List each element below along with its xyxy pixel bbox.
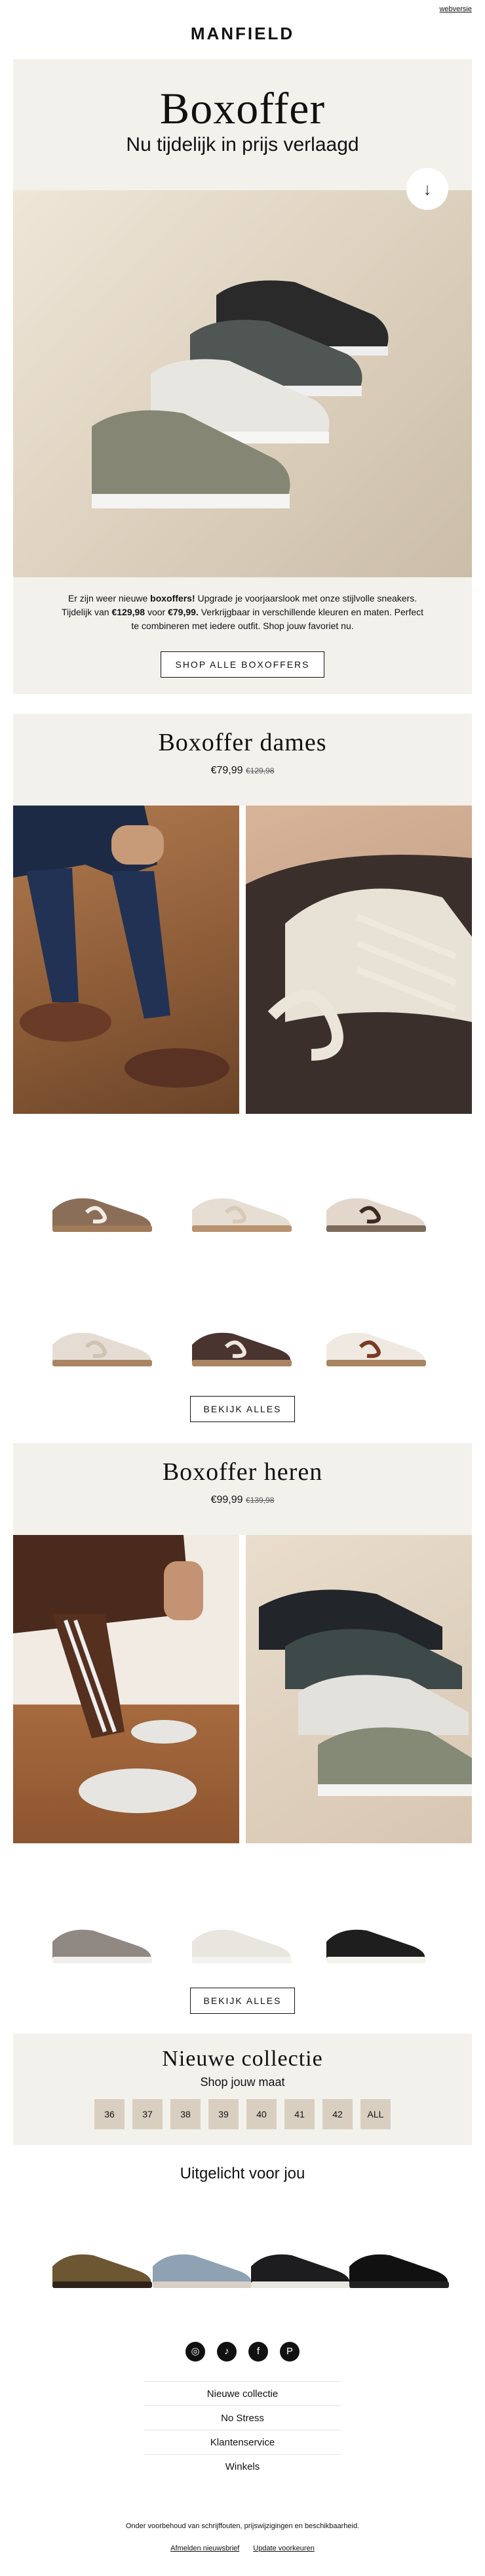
hero-sneakers-illustration <box>92 280 389 508</box>
size-button-37[interactable]: 37 <box>132 2099 163 2129</box>
size-button-36[interactable]: 36 <box>94 2099 125 2129</box>
webversion-link[interactable]: webversie <box>439 5 472 13</box>
hero-image[interactable] <box>13 190 472 577</box>
hero-subtitle: Nu tijdelijk in prijs verlaagd <box>126 134 359 155</box>
collectie-panel: Nieuwe collectie Shop jouw maat 36 37 38 39… <box>13 2034 472 2145</box>
dames-product-3[interactable] <box>321 1181 433 1240</box>
size-button-38[interactable]: 38 <box>170 2099 201 2129</box>
collectie-title: Nieuwe collectie <box>162 2047 323 2071</box>
dames-photo-closeup[interactable] <box>246 806 472 1114</box>
brand-logo[interactable]: MANFIELD <box>0 24 485 44</box>
dames-photo-legs[interactable] <box>13 806 239 1114</box>
preferences-link[interactable]: Update voorkeuren <box>253 2545 315 2552</box>
heren-bekijk-alles-button[interactable]: BEKIJK ALLES <box>190 1988 295 2014</box>
dames-price-row: €79,99 €129,98 <box>13 765 472 777</box>
uitgelicht-product-2[interactable] <box>147 2237 259 2296</box>
uitgelicht-product-1[interactable] <box>47 2237 159 2296</box>
dames-product-6[interactable] <box>321 1315 433 1374</box>
heren-legs-illustration <box>13 1535 203 1813</box>
dames-price: €79,99 <box>210 765 243 776</box>
hero-intro: Er zijn weer nieuwe boxoffers! Upgrade j… <box>13 577 472 694</box>
unsubscribe-link[interactable]: Afmelden nieuwsbrief <box>170 2545 239 2552</box>
intro-text-3: voor <box>145 607 168 617</box>
footer-actions: Afmelden nieuwsbrief Update voorkeuren <box>0 2542 485 2554</box>
arrow-down-icon[interactable]: ↓ <box>406 168 448 210</box>
size-button-40[interactable]: 40 <box>246 2099 277 2129</box>
hero-title: Boxoffer <box>159 83 326 133</box>
heren-product-1[interactable] <box>47 1912 159 1971</box>
heren-sneakers-illustration <box>259 1589 472 1796</box>
intro-new-price: €79,99. <box>168 607 199 617</box>
hero-header: Boxoffer Nu tijdelijk in prijs verlaagd … <box>13 59 472 210</box>
collectie-subtitle: Shop jouw maat <box>200 2075 285 2089</box>
size-button-41[interactable]: 41 <box>284 2099 315 2129</box>
footer-link-winkels[interactable]: Winkels <box>144 2454 341 2478</box>
dames-product-4[interactable] <box>47 1315 159 1374</box>
heren-photo-legs[interactable] <box>13 1535 239 1843</box>
uitgelicht-title: Uitgelicht voor jou <box>180 2165 305 2182</box>
heren-price: €99,99 <box>210 1494 243 1505</box>
heren-product-2[interactable] <box>187 1912 298 1971</box>
dames-product-5[interactable] <box>187 1315 298 1374</box>
instagram-icon[interactable]: ◎ <box>185 2342 205 2361</box>
tiktok-icon[interactable]: ♪ <box>217 2342 237 2361</box>
uitgelicht-product-4[interactable] <box>344 2237 456 2296</box>
size-button-39[interactable]: 39 <box>208 2099 239 2129</box>
dames-old-price: €129,98 <box>246 766 275 775</box>
heren-photo-sneakers[interactable] <box>246 1535 472 1843</box>
heren-price-row: €99,99 €139,98 <box>13 1494 472 1506</box>
dames-product-1[interactable] <box>47 1181 159 1240</box>
footer-disclaimer: Onder voorbehoud van schrijffouten, prij… <box>125 2522 360 2530</box>
heren-title: Boxoffer heren <box>162 1458 323 1486</box>
heren-product-3[interactable] <box>321 1912 433 1971</box>
dames-product-2[interactable] <box>187 1181 298 1240</box>
footer-link-nieuwe-collectie[interactable]: Nieuwe collectie <box>144 2381 341 2405</box>
size-button-all[interactable]: ALL <box>360 2099 391 2129</box>
pinterest-icon[interactable]: P <box>280 2342 300 2361</box>
footer-link-klantenservice[interactable]: Klantenservice <box>144 2430 341 2454</box>
intro-bold-1: boxoffers! <box>150 593 195 603</box>
dames-title: Boxoffer dames <box>158 729 327 756</box>
size-button-42[interactable]: 42 <box>322 2099 353 2129</box>
intro-old-price: €129,98 <box>111 607 146 617</box>
dames-header: Boxoffer dames €79,99 €129,98 <box>13 714 472 806</box>
heren-header: Boxoffer heren €99,99 €139,98 <box>13 1443 472 1535</box>
shop-all-boxoffers-button[interactable]: SHOP ALLE BOXOFFERS <box>161 651 324 678</box>
dames-legs-illustration <box>13 806 229 1088</box>
facebook-icon[interactable]: f <box>248 2342 268 2361</box>
hero-intro-text: Er zijn weer nieuwe boxoffers! Upgrade j… <box>59 592 426 633</box>
uitgelicht-product-3[interactable] <box>246 2237 357 2296</box>
dames-bekijk-alles-button[interactable]: BEKIJK ALLES <box>190 1396 295 1422</box>
footer-link-no-stress[interactable]: No Stress <box>144 2405 341 2430</box>
intro-text-1: Er zijn weer nieuwe <box>68 593 151 603</box>
heren-old-price: €139,98 <box>246 1496 275 1505</box>
dames-closeup-illustration <box>246 855 472 1114</box>
